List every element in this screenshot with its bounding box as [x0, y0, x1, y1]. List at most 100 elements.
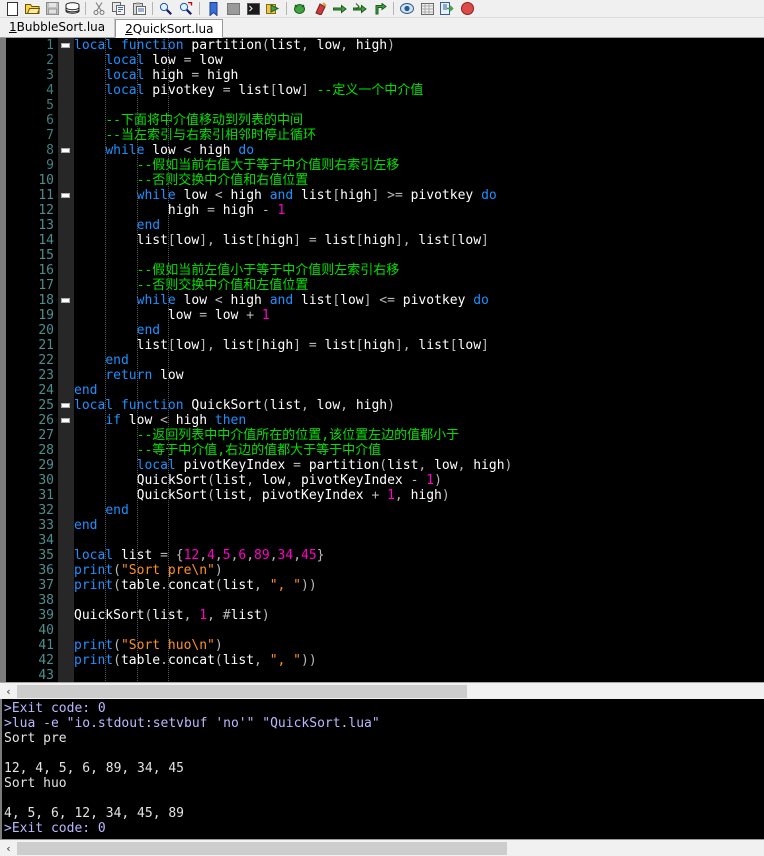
line-number: 19 — [38, 308, 54, 323]
code-token: , — [246, 473, 262, 488]
code-token: ] = — [293, 338, 325, 353]
fold-minus-icon[interactable] — [61, 418, 70, 423]
tab-bubblesort-num: 1 — [9, 20, 17, 34]
code-token: high — [74, 203, 208, 218]
code-token: high — [363, 233, 395, 248]
code-token: [ — [449, 338, 458, 353]
step-into-icon[interactable] — [350, 0, 370, 17]
code-token: ( — [113, 653, 121, 668]
code-line: --下面将中介值移动到列表的中间 — [74, 113, 764, 128]
stack-icon[interactable] — [417, 0, 437, 17]
paste-icon[interactable] — [129, 0, 149, 17]
code-token: concat — [167, 578, 215, 593]
line-number: 17 — [38, 278, 54, 293]
run-icon[interactable] — [263, 0, 283, 17]
debug-start-icon[interactable] — [290, 0, 310, 17]
code-token: print — [74, 563, 114, 578]
line-number: 27 — [38, 428, 54, 443]
step-out-icon[interactable] — [370, 0, 390, 17]
watch-icon[interactable] — [397, 0, 417, 17]
fold-row-empty — [58, 53, 74, 68]
fold-toggle-icon[interactable] — [58, 38, 74, 53]
line-number: 3 — [46, 68, 54, 83]
code-token: low — [175, 188, 215, 203]
fold-toggle-icon[interactable] — [58, 413, 74, 428]
fold-minus-icon[interactable] — [61, 298, 70, 303]
code-token: function — [120, 38, 184, 53]
console-scroll-left-arrow-icon[interactable]: ‹ — [0, 841, 17, 856]
code-text-area[interactable]: local function partition ( list, low, high… — [74, 38, 764, 682]
console-scrollbar-thumb[interactable] — [17, 841, 507, 855]
fold-row-empty — [58, 323, 74, 338]
fold-minus-icon[interactable] — [61, 403, 70, 408]
fold-row-empty — [58, 308, 74, 323]
toolbar — [0, 0, 764, 18]
code-token: print — [74, 638, 114, 653]
editor-horizontal-scrollbar[interactable]: ‹ — [0, 682, 764, 699]
code-token: 34 — [277, 548, 294, 563]
fold-row-empty — [58, 68, 74, 83]
code-token: 1 — [261, 308, 270, 323]
comment-icon[interactable] — [223, 0, 243, 17]
code-token: ] <= — [363, 293, 395, 308]
line-number: 42 — [38, 653, 54, 668]
code-token: partition — [301, 458, 380, 473]
bookmark-icon[interactable] — [203, 0, 223, 17]
code-token: ], — [394, 338, 419, 353]
code-token: --返回列表中中介值所在的位置,该位置左边的值都小于 — [136, 428, 460, 443]
cut-icon[interactable] — [89, 0, 109, 17]
fold-toggle-icon[interactable] — [58, 188, 74, 203]
fold-minus-icon[interactable] — [61, 43, 70, 48]
code-token: do — [473, 293, 489, 308]
code-token: local — [74, 548, 114, 563]
debug-stop-icon[interactable] — [310, 0, 330, 17]
save-all-icon[interactable] — [62, 0, 82, 17]
code-line: --否则交换中介值和左值位置 — [74, 278, 764, 293]
code-token: list — [324, 233, 356, 248]
fold-minus-icon[interactable] — [61, 148, 70, 153]
editor-scrollbar-thumb[interactable] — [17, 684, 467, 698]
fold-margin[interactable] — [58, 38, 74, 682]
tab-quicksort[interactable]: 2QuickSort.lua — [115, 19, 224, 38]
code-token: < — [160, 413, 168, 428]
code-token: low — [175, 233, 200, 248]
step-over-icon[interactable] — [330, 0, 350, 17]
code-token: high — [355, 38, 388, 53]
code-token: and — [269, 293, 294, 308]
line-number: 34 — [38, 533, 54, 548]
code-token: )) — [301, 578, 317, 593]
code-token: pivotKeyIndex — [175, 458, 294, 473]
toolbar-separator — [85, 2, 86, 15]
code-token: ) — [387, 398, 395, 413]
code-token: do — [238, 143, 255, 158]
code-token: --下面将中介值移动到列表的中间 — [105, 113, 303, 128]
fold-minus-icon[interactable] — [61, 193, 70, 198]
output-icon[interactable] — [437, 0, 457, 17]
replace-icon[interactable] — [176, 0, 196, 17]
find-icon[interactable] — [156, 0, 176, 17]
fold-toggle-icon[interactable] — [58, 398, 74, 413]
copy-icon[interactable] — [109, 0, 129, 17]
save-icon[interactable] — [42, 0, 62, 17]
code-token: , — [254, 653, 270, 668]
code-token: [ — [254, 233, 262, 248]
stop-icon[interactable] — [457, 0, 477, 17]
open-folder-icon[interactable] — [22, 0, 42, 17]
code-token: , — [183, 608, 200, 623]
fold-toggle-icon[interactable] — [58, 293, 74, 308]
fold-row-empty — [58, 443, 74, 458]
scroll-left-arrow-icon[interactable]: ‹ — [0, 684, 17, 699]
tab-bubblesort[interactable]: 1BubbleSort.lua — [0, 18, 116, 37]
fold-toggle-icon[interactable] — [58, 143, 74, 158]
new-file-icon[interactable] — [2, 0, 22, 17]
console-horizontal-scrollbar[interactable]: ‹ — [0, 839, 764, 856]
console-icon[interactable] — [243, 0, 263, 17]
output-console[interactable]: >Exit code: 0 >lua -e "io.stdout:setvbuf … — [0, 699, 764, 839]
code-editor[interactable]: 1 2 3 4 5 6 7 8 9 10 11 12 13 14 15 16 17 18 19 20 21 22 23 24 2… — [0, 38, 764, 682]
code-token: < — [214, 293, 223, 308]
code-line: --否则交换中介值和右值位置 — [74, 173, 764, 188]
line-number: 33 — [38, 518, 54, 533]
